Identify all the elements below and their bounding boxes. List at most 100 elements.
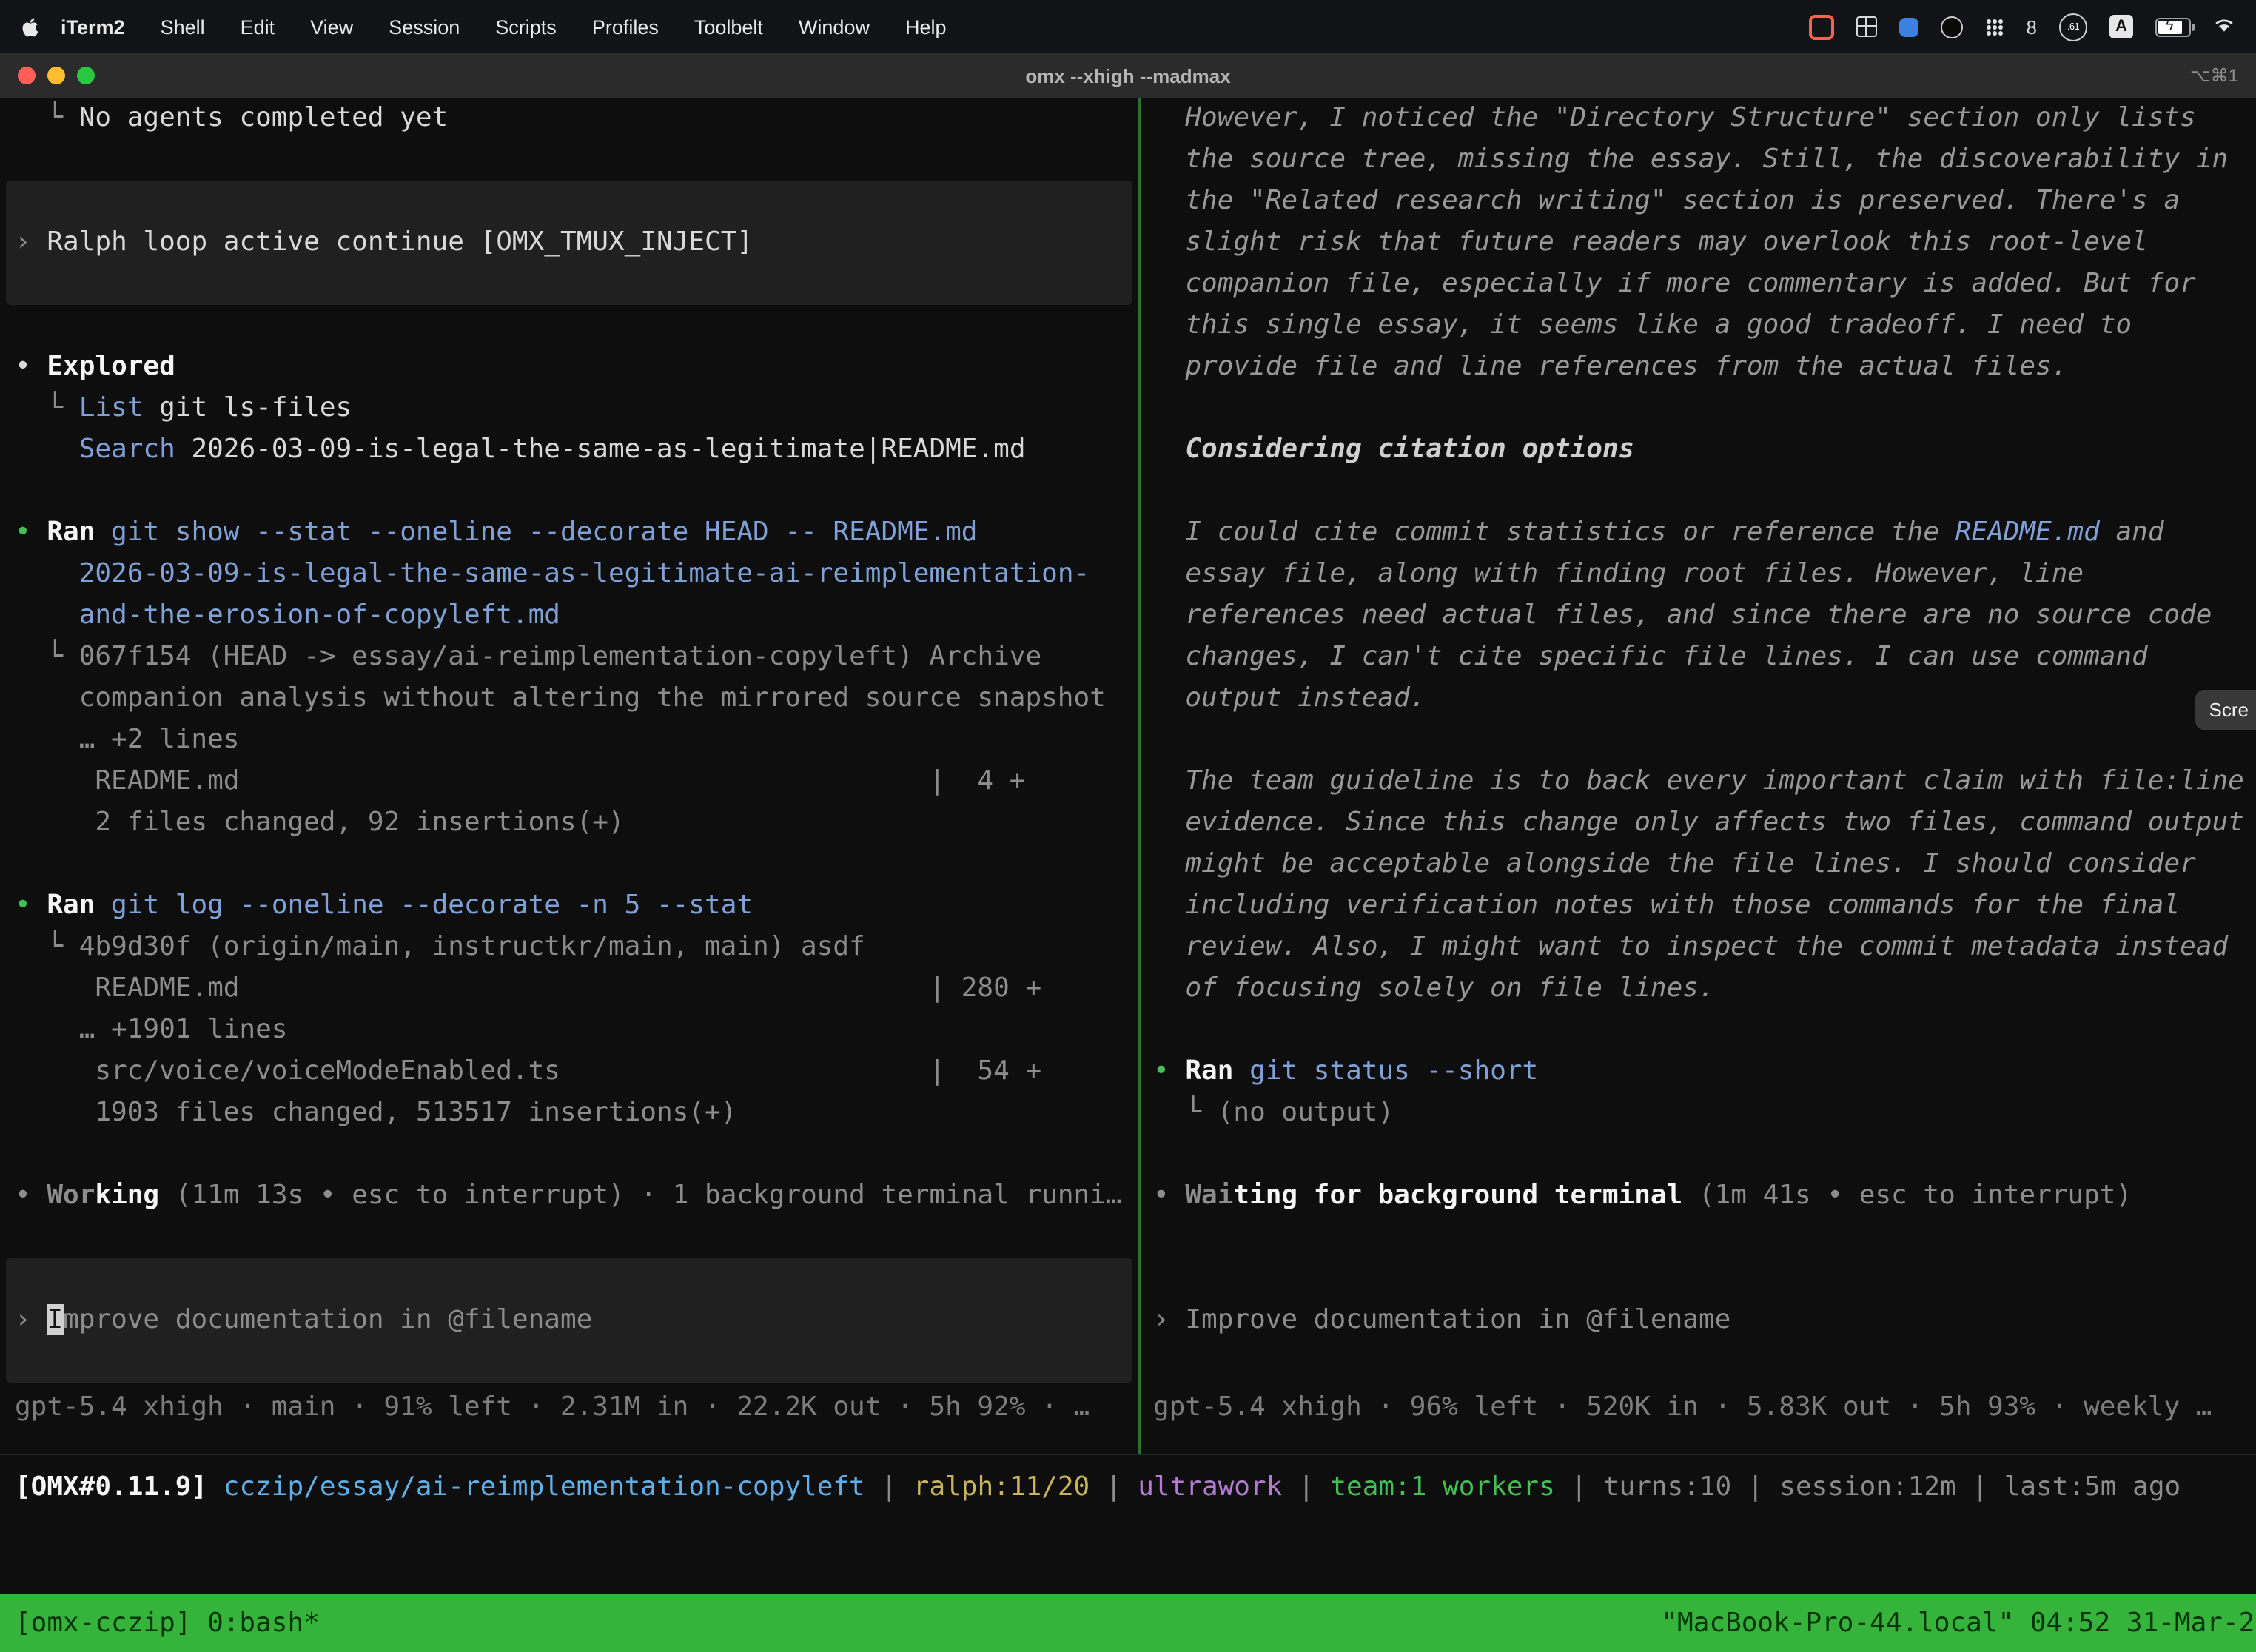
menu-item-session[interactable]: Session (389, 16, 460, 38)
text-segment: However, I noticed the "Directory Struct… (1153, 102, 2196, 133)
text-segment: 2026-03-09-is-legal-the-same-as-legitima… (175, 434, 1026, 465)
terminal-line: └ No agents completed yet (0, 98, 1138, 139)
terminal-line: provide file and line references from th… (1141, 346, 2256, 388)
terminal-line: this single essay, it seems like a good … (1141, 305, 2256, 346)
text-segment: (no output) (1218, 1097, 1394, 1128)
grid-icon[interactable] (1856, 16, 1877, 37)
terminal-line: └ 067f154 (HEAD -> essay/ai-reimplementa… (0, 637, 1138, 678)
tmux-session-window: [omx-cczip] 0:bash* (15, 1608, 320, 1639)
terminal-split: └ No agents completed yet › Ralph loop ac… (0, 98, 2256, 1454)
menu-item-window[interactable]: Window (799, 16, 870, 38)
terminal-line: › Improve documentation in @filename (6, 1300, 1132, 1341)
terminal-line: 2026-03-09-is-legal-the-same-as-legitima… (0, 554, 1138, 595)
omx-status-segment: ultrawork (1138, 1471, 1282, 1502)
terminal-line: 1903 files changed, 513517 insertions(+) (0, 1092, 1138, 1134)
text-segment (95, 890, 111, 921)
terminal-line: companion analysis without altering the … (0, 678, 1138, 719)
omx-status-segment: session:12m (1779, 1471, 1955, 1502)
menu-app-name[interactable]: iTerm2 (61, 16, 125, 38)
terminal-line: slight risk that future readers may over… (1141, 222, 2256, 263)
text-segment: git ls-files (143, 392, 352, 423)
gauge-icon[interactable]: .61 (2059, 13, 2087, 41)
blue-app-icon[interactable] (1899, 17, 1918, 36)
terminal-blank-line (0, 1134, 1138, 1175)
terminal-line: • Waiting for background terminal (1m 41… (1141, 1175, 2256, 1217)
text-segment: 4b9d30f (origin/main, instructkr/main, m… (79, 931, 865, 962)
terminal-blank-line (1141, 1217, 2256, 1258)
apple-menu-icon[interactable] (21, 16, 40, 38)
prompt-input[interactable]: › Improve documentation in @filename (1147, 1258, 2250, 1383)
omx-status-segment: turns:10 (1603, 1471, 1731, 1502)
terminal-blank-line (0, 139, 1138, 181)
text-segment: provide file and line references from th… (1153, 351, 2067, 382)
terminal-line: review. Also, I might want to inspect th… (1141, 927, 2256, 968)
text-segment: › (15, 226, 47, 258)
menu-item-profiles[interactable]: Profiles (592, 16, 659, 38)
terminal-line: and-the-erosion-of-copyleft.md (0, 595, 1138, 637)
omx-status-segment: last:5m ago (2004, 1471, 2181, 1502)
text-segment (15, 558, 79, 589)
minimize-button[interactable] (47, 67, 65, 84)
text-segment: might be acceptable alongside the file l… (1153, 848, 2196, 879)
gauge-value: .61 (2067, 21, 2079, 32)
prompt-input[interactable]: › Improve documentation in @filename (6, 1258, 1132, 1383)
figure-icon[interactable]: 8 (2027, 17, 2037, 36)
text-segment: Considering citation options (1153, 434, 1634, 465)
menu-item-view[interactable]: View (310, 16, 353, 38)
terminal-blank-line (1141, 1134, 2256, 1175)
text-segment: mprove documentation in @filename (63, 1304, 592, 1335)
terminal-line: the source tree, missing the essay. Stil… (1141, 139, 2256, 181)
zoom-button[interactable] (77, 67, 95, 84)
terminal-line: • Ran git show --stat --oneline --decora… (0, 512, 1138, 554)
text-segment: └ (15, 102, 79, 133)
text-segment: … +1901 lines (15, 1014, 287, 1045)
menu-item-help[interactable]: Help (905, 16, 947, 38)
round-app-icon[interactable] (1941, 16, 1963, 38)
text-segment: essay file, along with finding root file… (1153, 558, 2084, 589)
terminal-line: changes, I can't cite specific file line… (1141, 637, 2256, 678)
text-segment: • (15, 890, 47, 921)
menu-item-toolbelt[interactable]: Toolbelt (694, 16, 763, 38)
input-source-icon[interactable]: A (2109, 15, 2133, 38)
window-title-bar[interactable]: omx --xhigh --madmax ⌥⌘1 (0, 53, 2256, 99)
text-segment: README.md (1955, 517, 2100, 548)
terminal-line: Search 2026-03-09-is-legal-the-same-as-l… (0, 429, 1138, 471)
terminal-blank-line (0, 844, 1138, 885)
text-segment: └ (1153, 1097, 1218, 1128)
terminal-line: src/voice/voiceModeEnabled.ts | 54 + (0, 1051, 1138, 1092)
close-button[interactable] (18, 67, 36, 84)
text-segment: Wai (1185, 1180, 1233, 1211)
menu-item-edit[interactable]: Edit (241, 16, 275, 38)
text-segment: › (1153, 1304, 1185, 1335)
text-segment: 1903 files changed, 513517 insertions(+) (15, 1097, 736, 1128)
model-status-line: gpt-5.4 xhigh · 96% left · 520K in · 5.8… (1141, 1387, 2256, 1428)
left-terminal-pane[interactable]: └ No agents completed yet › Ralph loop ac… (0, 98, 1138, 1454)
screen-recording-icon[interactable] (1809, 14, 1834, 39)
omx-status-segment: cczip/essay/ai-reimplementation-copyleft (224, 1471, 865, 1502)
omx-status-segment: team:1 workers (1330, 1471, 1554, 1502)
text-segment: I (47, 1304, 63, 1335)
omx-status-segment: | (865, 1471, 913, 1502)
model-status-line: gpt-5.4 xhigh · main · 91% left · 2.31M … (0, 1387, 1138, 1428)
text-segment: README.md | 280 + (15, 973, 1041, 1004)
text-segment: Wor (47, 1180, 95, 1211)
apps-grid-icon[interactable] (1985, 17, 2004, 36)
text-segment: Ralph loop active continue [OMX_TMUX_INJ… (47, 226, 753, 258)
battery-icon[interactable]: ϟ (2155, 17, 2191, 36)
wifi-icon[interactable] (2213, 16, 2235, 38)
traffic-lights (18, 67, 95, 84)
right-terminal-pane[interactable]: However, I noticed the "Directory Struct… (1141, 98, 2256, 1454)
omx-status-segment: ralph:11/20 (913, 1471, 1090, 1502)
text-segment: › (15, 1304, 47, 1335)
text-segment: Search (79, 434, 175, 465)
text-segment: • (15, 1180, 47, 1211)
terminal-line: references need actual files, and since … (1141, 595, 2256, 637)
terminal-line: └ List git ls-files (0, 388, 1138, 429)
text-segment: (11m 13s • esc to interrupt) · 1 backgro… (159, 1180, 1121, 1211)
menu-item-shell[interactable]: Shell (161, 16, 205, 38)
text-segment: Ran (1185, 1055, 1233, 1087)
terminal-line: essay file, along with finding root file… (1141, 554, 2256, 595)
menu-item-scripts[interactable]: Scripts (495, 16, 557, 38)
terminal-line: … +2 lines (0, 719, 1138, 761)
terminal-line: … +1901 lines (0, 1010, 1138, 1051)
